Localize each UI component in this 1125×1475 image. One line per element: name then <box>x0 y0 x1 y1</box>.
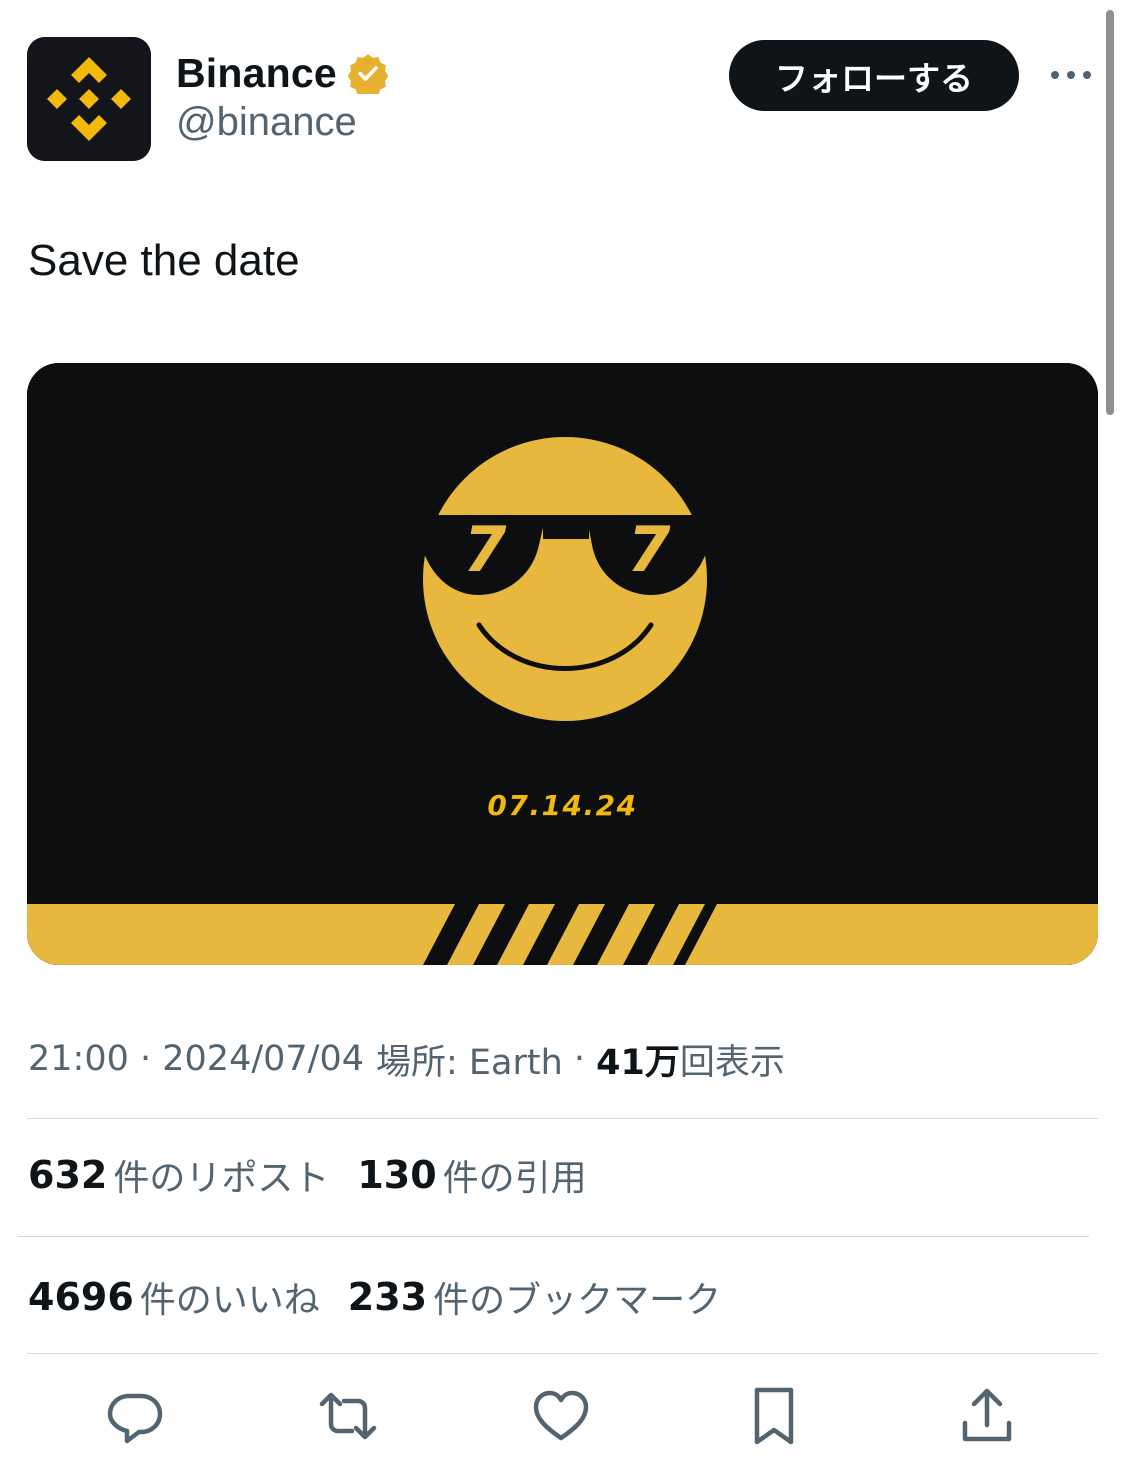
scrollbar[interactable] <box>1106 10 1114 415</box>
like-button[interactable] <box>529 1384 593 1448</box>
stats-likes-bookmarks: 4696 件のいいね 233 件のブックマーク <box>28 1272 721 1322</box>
author-display-name[interactable]: Binance <box>176 50 337 97</box>
share-icon <box>962 1388 1012 1442</box>
meta-separator: · <box>562 1039 597 1079</box>
repost-button[interactable] <box>316 1384 380 1448</box>
heart-icon <box>533 1390 589 1441</box>
reply-button[interactable] <box>103 1384 167 1448</box>
author-name-row: Binance <box>176 48 389 98</box>
bookmarks-stat[interactable]: 233 件のブックマーク <box>348 1271 721 1323</box>
cool-smiley-sunglasses-icon <box>27 363 1098 965</box>
more-horizontal-icon[interactable] <box>1047 62 1095 88</box>
divider <box>27 1118 1098 1119</box>
reposts-count: 632 <box>28 1153 108 1197</box>
views-count: 41万 <box>596 1042 680 1083</box>
stats-reposts-quotes: 632 件のリポスト 130 件の引用 <box>28 1150 587 1200</box>
tweet-time[interactable]: 21:00 <box>28 1039 129 1079</box>
quotes-stat[interactable]: 130 件の引用 <box>357 1149 586 1201</box>
reposts-label: 件のリポスト <box>113 1158 330 1199</box>
lens-numeral-left: 7 <box>463 513 507 586</box>
views-label: 回表示 <box>679 1042 785 1083</box>
verified-badge-icon[interactable] <box>347 52 389 94</box>
tweet-media-image[interactable]: 7 7 07.14.24 <box>27 363 1098 965</box>
share-button[interactable] <box>955 1384 1019 1448</box>
bookmarks-label: 件のブックマーク <box>433 1280 722 1321</box>
bookmark-icon <box>754 1387 794 1445</box>
binance-logo-icon <box>27 37 151 161</box>
quotes-label: 件の引用 <box>442 1158 587 1199</box>
likes-count: 4696 <box>28 1275 134 1319</box>
repost-icon <box>319 1392 377 1440</box>
author-handle[interactable]: @binance <box>176 100 357 145</box>
likes-stat[interactable]: 4696 件のいいね <box>28 1271 320 1323</box>
tweet-date[interactable]: 2024/07/04 <box>162 1039 364 1079</box>
avatar[interactable] <box>27 37 151 161</box>
reposts-stat[interactable]: 632 件のリポスト <box>28 1149 329 1201</box>
quotes-count: 130 <box>357 1153 437 1197</box>
likes-label: 件のいいね <box>139 1280 320 1321</box>
tweet-text: Save the date <box>28 236 300 285</box>
divider <box>27 1353 1098 1354</box>
bookmarks-count: 233 <box>347 1275 428 1319</box>
lens-numeral-right: 7 <box>627 513 671 586</box>
event-date-text: 07.14.24 <box>487 789 638 822</box>
reply-icon <box>107 1393 163 1444</box>
bookmark-button[interactable] <box>742 1384 806 1448</box>
tweet-location: 場所: Earth <box>376 1042 563 1083</box>
meta-separator: · <box>128 1039 163 1079</box>
tweet-meta-line: 21:00 · 2024/07/04 場所: Earth · 41万 回表示 <box>28 1036 785 1083</box>
divider <box>18 1236 1089 1237</box>
follow-button[interactable]: フォローする <box>729 40 1019 111</box>
